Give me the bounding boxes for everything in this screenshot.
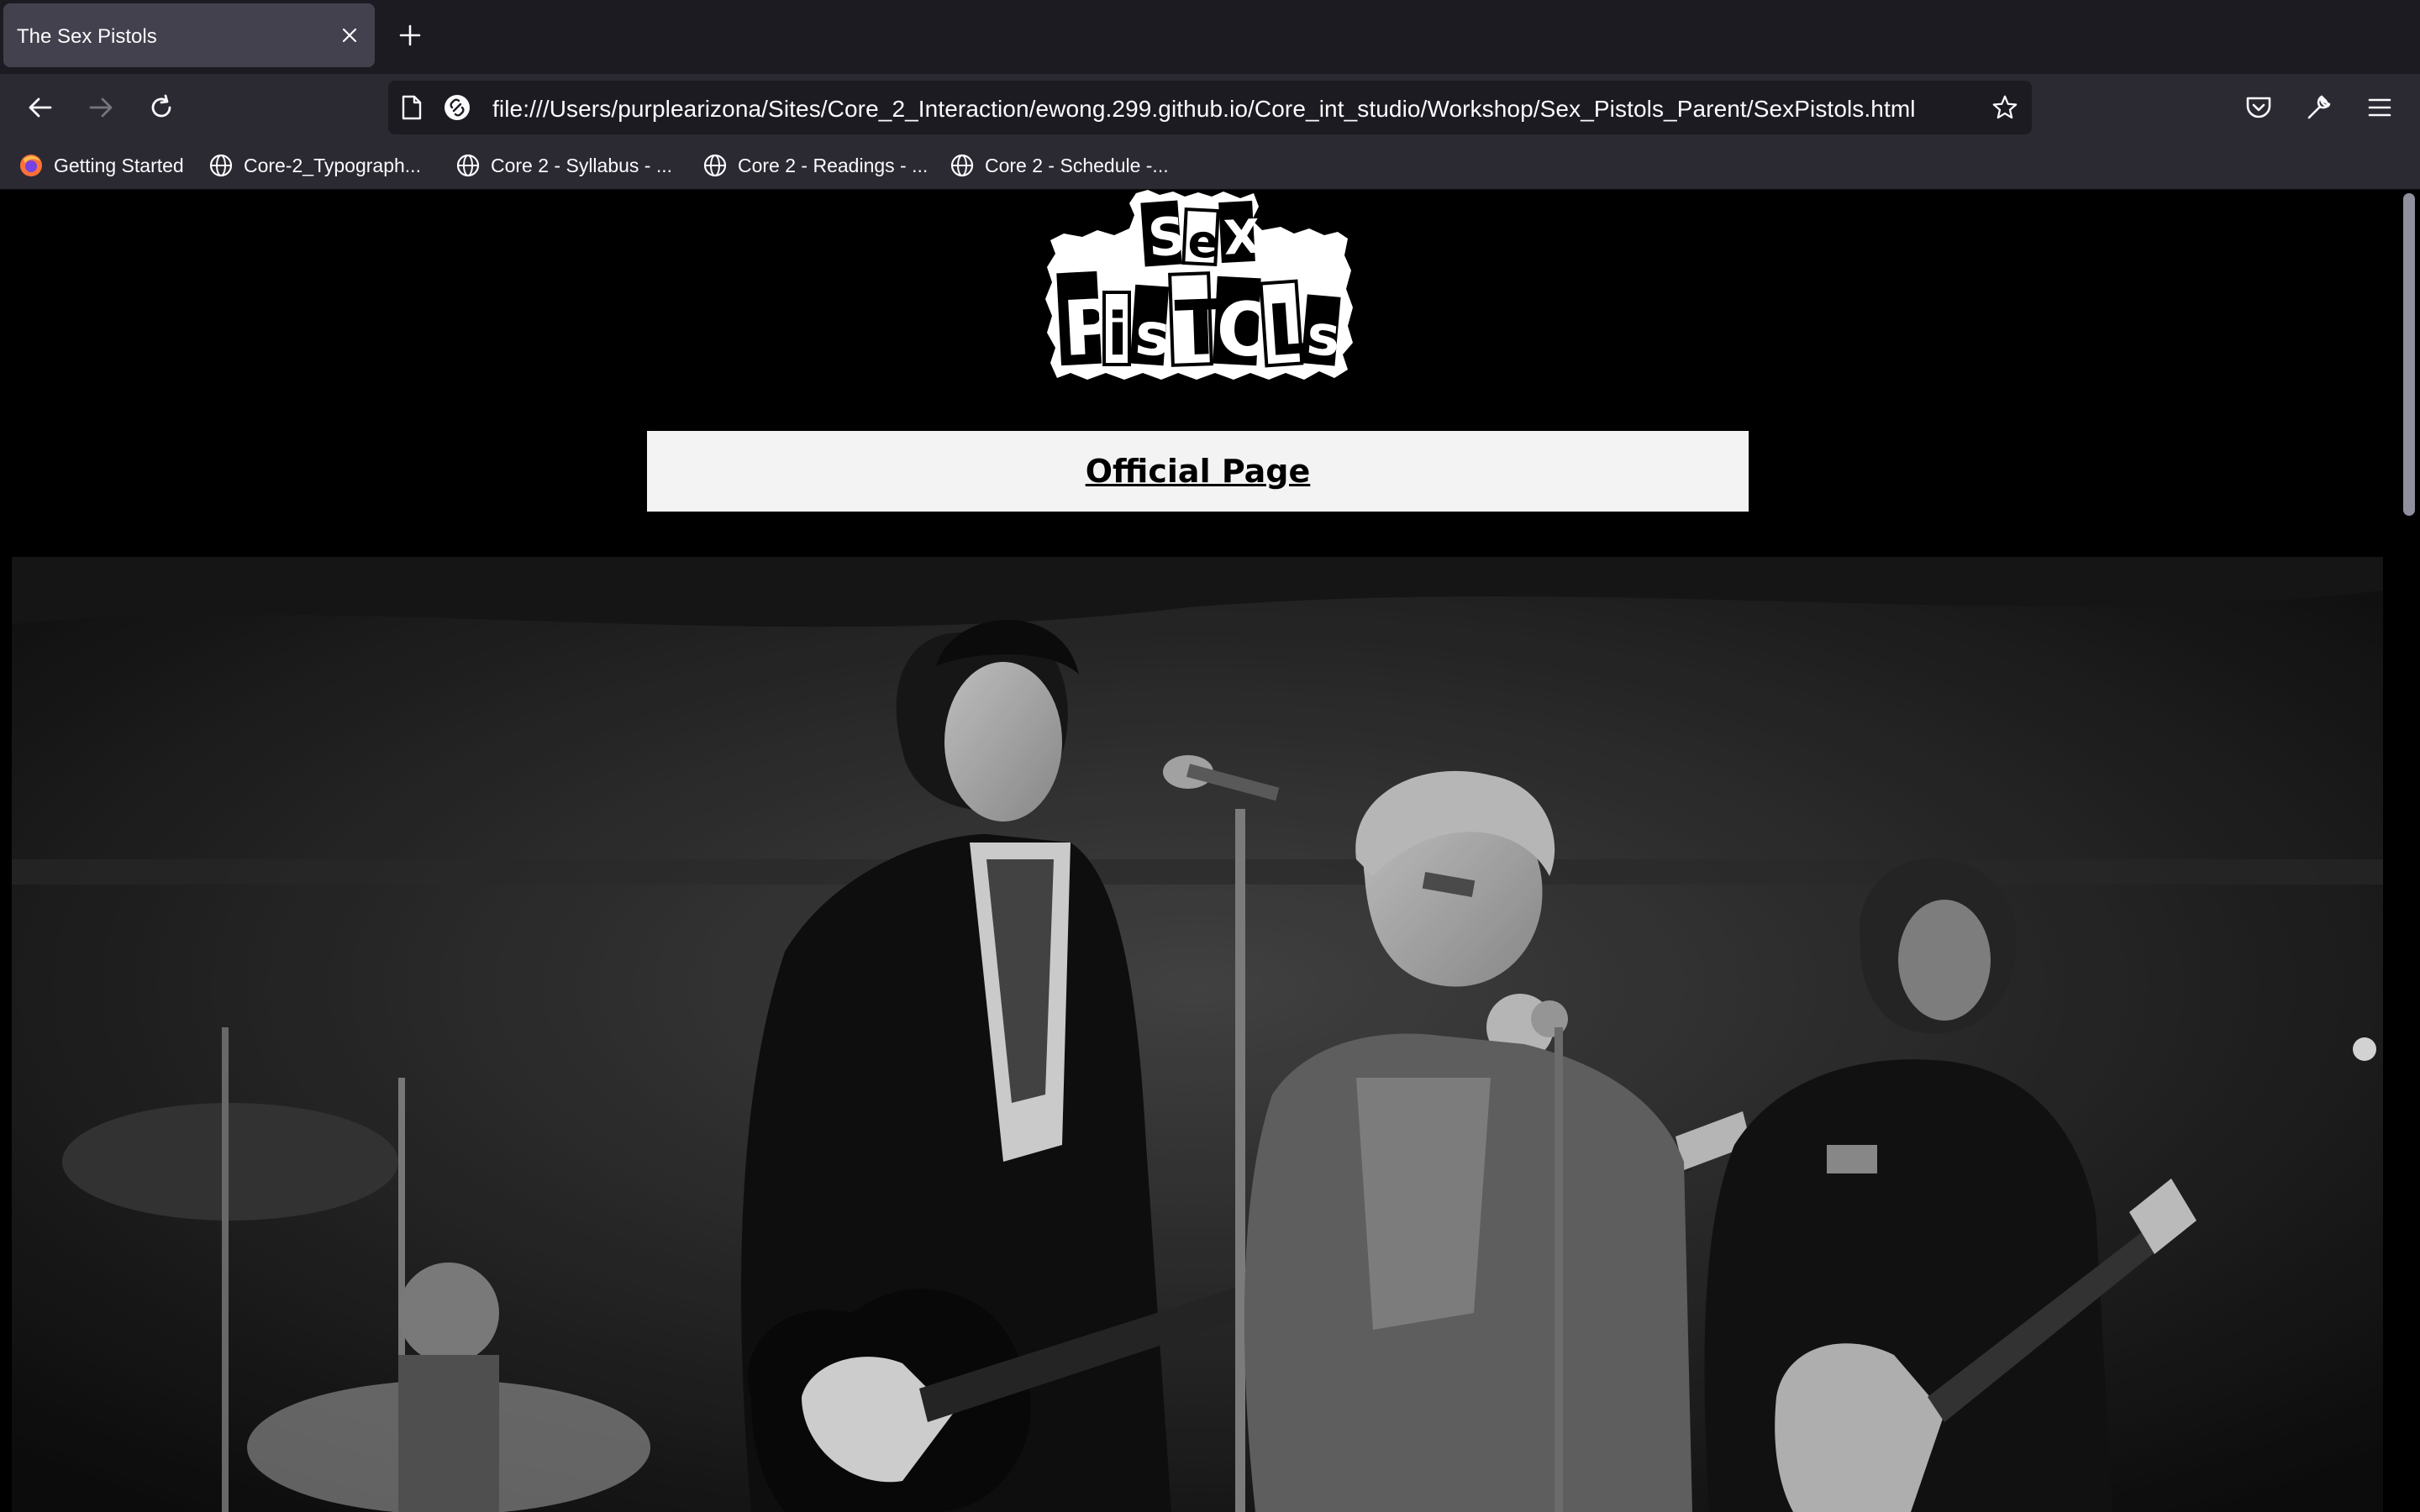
svg-text:e: e	[1186, 214, 1220, 269]
globe-icon	[456, 154, 480, 177]
wrench-icon	[2307, 95, 2331, 119]
globe-icon	[703, 154, 727, 177]
bookmark-star-icon[interactable]	[1991, 94, 2018, 121]
official-page-link[interactable]: Official Page	[1086, 453, 1311, 490]
new-tab-button[interactable]	[393, 18, 427, 52]
bookmark-core2-readings[interactable]: Core 2 - Readings - ...	[702, 151, 928, 180]
app-menu-button[interactable]	[2360, 87, 2400, 128]
forward-button[interactable]	[81, 87, 121, 128]
close-tab-icon[interactable]	[336, 22, 363, 49]
svg-text:i: i	[1107, 300, 1128, 369]
svg-text:S: S	[1146, 205, 1188, 269]
back-button[interactable]	[20, 87, 60, 128]
svg-text:s: s	[1304, 302, 1343, 370]
bookmark-label: Getting Started	[54, 154, 184, 176]
browser-tab[interactable]: The Sex Pistols	[3, 3, 375, 67]
page-icon	[398, 94, 425, 121]
permissions-icon[interactable]	[444, 94, 471, 121]
plus-icon	[399, 24, 421, 46]
url-text: file:///Users/purplearizona/Sites/Core_2…	[492, 96, 1916, 122]
globe-icon	[950, 154, 974, 177]
scrollbar-thumb[interactable]	[2403, 193, 2415, 516]
bookmark-core2-schedule[interactable]: Core 2 - Schedule -...	[950, 151, 1169, 180]
tools-button[interactable]	[2299, 87, 2339, 128]
band-performance-photo	[12, 557, 2383, 1512]
pocket-icon	[2246, 97, 2271, 118]
firefox-icon	[20, 155, 42, 176]
reload-button[interactable]	[141, 87, 182, 128]
bookmark-getting-started[interactable]: Getting Started	[18, 151, 184, 180]
tab-strip: The Sex Pistols	[0, 0, 2420, 74]
bookmark-label: Core 2 - Schedule -...	[985, 154, 1169, 176]
forward-arrow-icon	[89, 97, 113, 118]
globe-icon	[209, 154, 233, 177]
bookmark-label: Core-2_Typograph...	[244, 154, 421, 176]
bookmark-core2-syllabus[interactable]: Core 2 - Syllabus - ...	[455, 151, 672, 180]
bookmark-label: Core 2 - Syllabus - ...	[491, 154, 673, 176]
page-scrollbar[interactable]	[2396, 190, 2420, 1512]
back-arrow-icon	[29, 97, 52, 118]
bookmarks-toolbar: Getting Started Core-2_Typograph... Core…	[0, 141, 2420, 190]
hamburger-menu-icon	[2368, 98, 2391, 117]
url-bar[interactable]: file:///Users/purplearizona/Sites/Core_2…	[388, 81, 2032, 134]
official-page-box: Official Page	[647, 431, 1749, 512]
bookmark-core2-typography[interactable]: Core-2_Typograph...	[208, 151, 421, 180]
navigation-toolbar: file:///Users/purplearizona/Sites/Core_2…	[0, 74, 2420, 141]
pocket-button[interactable]	[2238, 87, 2279, 128]
tab-title: The Sex Pistols	[17, 25, 157, 48]
svg-text:X: X	[1223, 210, 1262, 266]
page-viewport: S e X P i s T O L s Official Page	[0, 190, 2420, 1512]
reload-icon	[151, 94, 171, 118]
sex-pistols-logo: S e X P i s T O L s	[1042, 190, 1355, 381]
svg-text:s: s	[1133, 299, 1172, 370]
bookmark-label: Core 2 - Readings - ...	[738, 154, 929, 176]
